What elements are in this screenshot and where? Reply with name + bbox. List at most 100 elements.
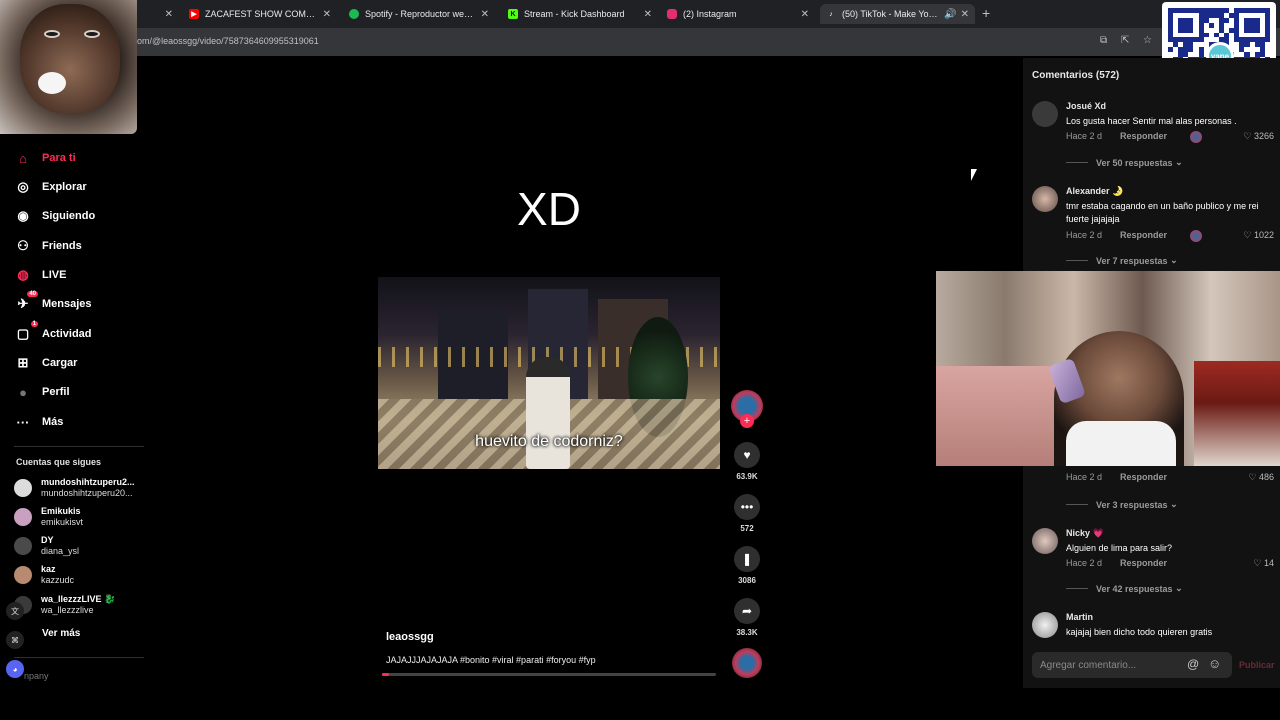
speaker-icon[interactable]: 🔊: [944, 9, 956, 20]
mention-icon[interactable]: @: [1187, 657, 1199, 671]
new-tab-button[interactable]: +: [982, 5, 990, 21]
following-account[interactable]: kaz kazzudc: [14, 563, 74, 587]
view-replies-button[interactable]: Ver 7 respuestas ⌄: [1066, 255, 1178, 266]
translate-icon[interactable]: ⧉: [1100, 35, 1107, 46]
share-action[interactable]: ➦ 38.3K: [733, 598, 761, 637]
browser-tab[interactable]: ▶ ZACAFEST SHOW COMPLETO - ✕: [183, 4, 337, 24]
sidebar-item-perfil[interactable]: ● Perfil: [14, 382, 69, 402]
like-action[interactable]: ♥ 63.9K: [733, 442, 761, 481]
view-replies-button[interactable]: Ver 50 respuestas ⌄: [1066, 157, 1183, 168]
view-replies-button[interactable]: Ver 42 respuestas ⌄: [1066, 583, 1183, 594]
video-description: JAJAJJJAJAJAJA #bonito #viral #parati #f…: [386, 655, 596, 665]
sidebar-item-live[interactable]: ◍ LIVE: [14, 265, 66, 285]
close-icon[interactable]: ✕: [165, 9, 173, 20]
translate-icon[interactable]: 文: [6, 602, 24, 620]
comment-meta: Hace 2 d Responder: [1066, 131, 1167, 141]
comment-user[interactable]: Martin: [1066, 612, 1093, 622]
divider-line: [1066, 162, 1088, 163]
close-icon[interactable]: ✕: [323, 9, 331, 20]
browser-tab[interactable]: ✕: [137, 4, 179, 24]
music-disc-icon[interactable]: [732, 648, 762, 678]
like-count: 63.9K: [736, 472, 758, 481]
avatar[interactable]: [1032, 528, 1058, 554]
bookmark-star-icon[interactable]: ☆: [1143, 35, 1152, 46]
divider-line: [1066, 260, 1088, 261]
save-action[interactable]: ❚ 3086: [733, 546, 761, 585]
comment-input[interactable]: [1032, 652, 1232, 678]
video-player[interactable]: huevito de codorniz?: [378, 277, 720, 469]
close-icon[interactable]: ✕: [801, 9, 809, 20]
live-icon: ◍: [17, 267, 29, 282]
comment-icon[interactable]: •••: [734, 494, 760, 520]
share-icon[interactable]: ➦: [734, 598, 760, 624]
browser-tab-bar: ✕ ▶ ZACAFEST SHOW COMPLETO - ✕ Spotify -…: [0, 0, 1280, 28]
browser-tab[interactable]: K Stream - Kick Dashboard ✕: [502, 4, 658, 24]
sidebar-item-para-ti[interactable]: ⌂ Para ti: [14, 148, 76, 168]
comment-like[interactable]: ♡ 486: [1248, 472, 1274, 483]
microphone: [38, 72, 66, 94]
reply-button[interactable]: Responder: [1120, 558, 1167, 568]
comment-meta: Hace 2 d Responder: [1066, 230, 1167, 240]
activity-badge: 1: [30, 321, 38, 327]
close-icon[interactable]: ✕: [644, 9, 652, 20]
close-icon[interactable]: ✕: [481, 9, 489, 20]
url-field[interactable]: om/@leaossgg/video/7587364609955319061: [137, 36, 319, 46]
video-author[interactable]: leaossgg: [386, 631, 434, 643]
browser-tab[interactable]: Spotify - Reproductor web: mú ✕: [343, 4, 495, 24]
shelf: [1194, 361, 1280, 466]
comment-user[interactable]: Nicky 💗: [1066, 528, 1104, 539]
publish-button[interactable]: Publicar: [1239, 660, 1275, 670]
view-replies-button[interactable]: Ver 3 respuestas ⌄: [1066, 499, 1178, 510]
reply-button[interactable]: Responder: [1120, 472, 1167, 482]
comment-like-count: 14: [1263, 558, 1274, 568]
install-icon[interactable]: ⇱: [1121, 35, 1129, 46]
see-more-link[interactable]: Ver más: [42, 628, 80, 639]
following-account[interactable]: mundoshihtzuperu2... mundoshihtzuperu20..…: [14, 476, 135, 500]
sidebar-item-actividad[interactable]: ▢ 1 Actividad: [14, 321, 92, 344]
account-name: wa_llezzzLIVE 🐉: [41, 594, 116, 604]
avatar[interactable]: [1032, 186, 1058, 212]
comment-action[interactable]: ••• 572: [733, 494, 761, 533]
home-icon: ⌂: [19, 150, 27, 166]
sidebar-divider: [14, 657, 144, 658]
browser-tab[interactable]: (2) Instagram ✕: [661, 4, 815, 24]
sidebar-item-cargar[interactable]: ⊞ Cargar: [14, 353, 78, 373]
comment-user[interactable]: Josué Xd: [1066, 101, 1106, 111]
avatar[interactable]: [1032, 612, 1058, 638]
sidebar-item-mensajes[interactable]: ✈ 40 Mensajes: [14, 291, 92, 314]
browser-tab-active[interactable]: ♪ (50) TikTok - Make Your Day 🔊 ✕: [820, 4, 975, 24]
tab-title: (2) Instagram: [683, 9, 737, 19]
comment-like[interactable]: ♡ 14: [1253, 558, 1274, 569]
progress-fill: [382, 673, 389, 676]
discord-icon[interactable]: ◕: [6, 660, 24, 678]
avatar[interactable]: [1032, 101, 1058, 127]
following-account[interactable]: Emikukis emikukisvt: [14, 505, 83, 529]
sidebar-item-friends[interactable]: ⚇ Friends: [14, 236, 82, 256]
video-progress-bar[interactable]: [382, 673, 716, 676]
sidebar-item-explorar[interactable]: ◎ Explorar: [14, 177, 86, 197]
sidebar-item-siguiendo[interactable]: ◉ Siguiendo: [14, 206, 95, 226]
streamer-face: [20, 4, 120, 114]
follow-plus-icon[interactable]: +: [740, 414, 754, 428]
close-icon[interactable]: ✕: [961, 9, 969, 20]
messages-badge: 40: [27, 291, 38, 297]
comment-user[interactable]: Alexander 🌛: [1066, 186, 1123, 197]
following-account[interactable]: wa_llezzzLIVE 🐉 wa_llezzzlive: [14, 593, 115, 617]
company-link[interactable]: npany: [24, 671, 49, 681]
sidebar-item-mas[interactable]: ··· Más: [14, 412, 64, 432]
comment-like[interactable]: ♡ 3266: [1243, 131, 1274, 142]
comment-like[interactable]: ♡ 1022: [1243, 230, 1274, 241]
following-account[interactable]: DY diana_ysl: [14, 534, 79, 558]
creator-liked-icon: [1190, 131, 1202, 143]
reply-button[interactable]: Responder: [1120, 131, 1167, 141]
controller-icon[interactable]: ⌘: [6, 631, 24, 649]
sidebar-item-label: Siguiendo: [42, 210, 96, 222]
upload-icon: ⊞: [17, 355, 29, 370]
comment-count: 572: [740, 524, 754, 533]
reply-button[interactable]: Responder: [1120, 230, 1167, 240]
comment-time: Hace 2 d: [1066, 230, 1103, 240]
heart-icon[interactable]: ♥: [734, 442, 760, 468]
emoji-icon[interactable]: ☺: [1208, 656, 1221, 671]
save-count: 3086: [738, 576, 756, 585]
bookmark-icon[interactable]: ❚: [734, 546, 760, 572]
